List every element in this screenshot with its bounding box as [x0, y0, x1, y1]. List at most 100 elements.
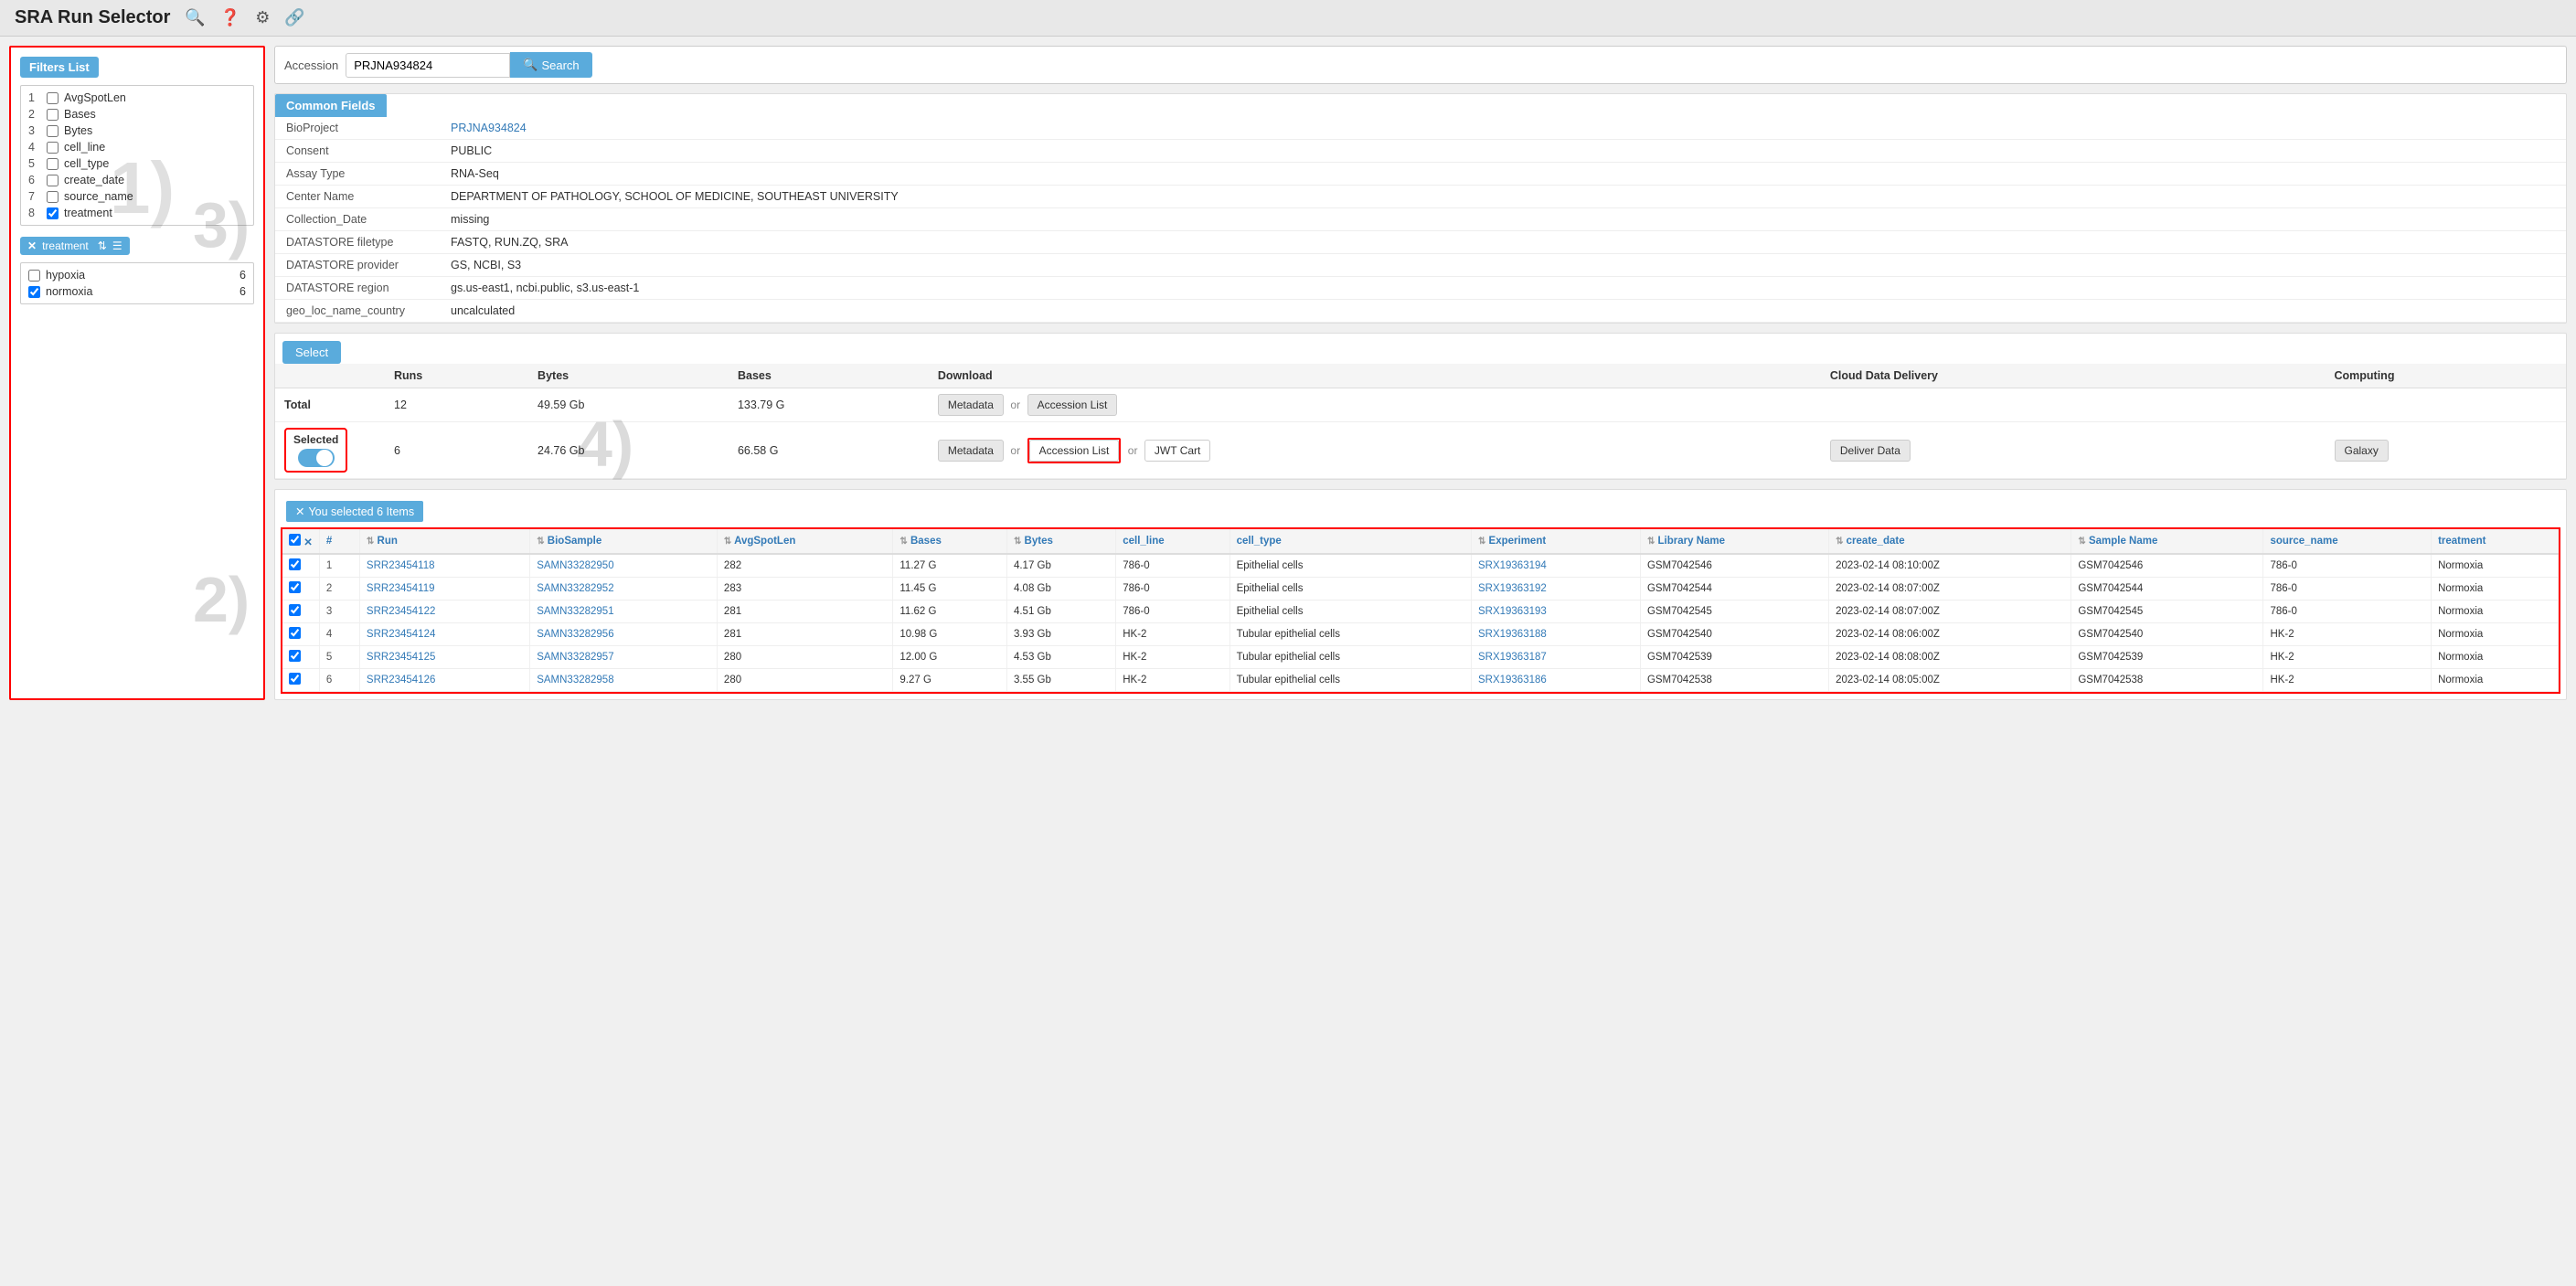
col-header-biosample[interactable]: ⇅ BioSample — [530, 529, 718, 554]
row-checkbox-input[interactable] — [289, 673, 301, 685]
settings-icon[interactable]: ⚙ — [255, 8, 270, 27]
total-accession-list-button[interactable]: Accession List — [1027, 394, 1118, 416]
row-bytes: 4.53 Gb — [1006, 646, 1115, 669]
filter-checkbox-bytes[interactable] — [47, 125, 59, 137]
table-row: 6 SRR23454126 SAMN33282958 280 9.27 G 3.… — [282, 669, 2559, 692]
field-val-datastore-provider: GS, NCBI, S3 — [440, 254, 2566, 277]
col-header-source-name[interactable]: source_name — [2263, 529, 2432, 554]
col-header-run[interactable]: ⇅ Run — [359, 529, 529, 554]
row-checkbox-input[interactable] — [289, 627, 301, 639]
table-row: 4 SRR23454124 SAMN33282956 281 10.98 G 3… — [282, 623, 2559, 646]
bioproject-link[interactable]: PRJNA934824 — [451, 122, 527, 134]
biosample-link[interactable]: SAMN33282951 — [537, 606, 613, 617]
row-checkbox-input[interactable] — [289, 581, 301, 593]
selected-toggle-container: Selected — [284, 428, 347, 473]
experiment-link[interactable]: SRX19363186 — [1478, 675, 1547, 686]
col-header-bytes[interactable]: ⇅ Bytes — [1006, 529, 1115, 554]
select-button[interactable]: Select — [282, 341, 341, 364]
experiment-link[interactable]: SRX19363193 — [1478, 606, 1547, 617]
search-input[interactable] — [346, 53, 510, 78]
jwt-cart-button[interactable]: JWT Cart — [1144, 440, 1210, 462]
galaxy-button[interactable]: Galaxy — [2335, 440, 2389, 462]
biosample-link[interactable]: SAMN33282957 — [537, 652, 613, 663]
biosample-link[interactable]: SAMN33282952 — [537, 583, 613, 594]
link-icon[interactable]: 🔗 — [284, 8, 304, 27]
field-row-assay-type: Assay Type RNA-Seq — [275, 163, 2566, 186]
selected-toggle[interactable] — [298, 449, 335, 467]
col-cloud-delivery: Cloud Data Delivery — [1821, 364, 2326, 388]
filter-value-normoxia-count: 6 — [240, 285, 246, 298]
total-metadata-button[interactable]: Metadata — [938, 394, 1004, 416]
filter-checkbox-create-date[interactable] — [47, 175, 59, 186]
row-checkbox-input[interactable] — [289, 604, 301, 616]
search-icon[interactable]: 🔍 — [185, 8, 205, 27]
row-library-name: GSM7042540 — [1640, 623, 1828, 646]
col-header-experiment[interactable]: ⇅ Experiment — [1471, 529, 1640, 554]
filter-tag-remove[interactable]: ✕ — [27, 239, 37, 252]
col-header-cell-type[interactable]: cell_type — [1229, 529, 1471, 554]
deselect-all-icon[interactable]: ✕ — [303, 537, 313, 548]
row-cell-line: HK-2 — [1116, 669, 1229, 692]
row-cell-type: Tubular epithelial cells — [1229, 669, 1471, 692]
row-experiment: SRX19363193 — [1471, 600, 1640, 623]
row-avgspotlen: 282 — [717, 554, 892, 578]
run-link[interactable]: SRR23454119 — [367, 583, 435, 594]
selected-accession-list-button[interactable]: Accession List — [1029, 440, 1120, 462]
filter-value-hypoxia-checkbox[interactable] — [28, 270, 40, 282]
filter-label-source-name: source_name — [64, 190, 133, 203]
filter-filter-icon[interactable]: ☰ — [112, 239, 122, 252]
field-key-assay-type: Assay Type — [275, 163, 440, 186]
row-sample-name: GSM7042538 — [2071, 669, 2263, 692]
search-button[interactable]: 🔍 Search — [510, 52, 591, 78]
filter-checkbox-cell-line[interactable] — [47, 142, 59, 154]
select-all-checkbox[interactable] — [289, 534, 301, 546]
deliver-data-button[interactable]: Deliver Data — [1830, 440, 1911, 462]
row-biosample: SAMN33282951 — [530, 600, 718, 623]
row-cell-type: Tubular epithelial cells — [1229, 646, 1471, 669]
filter-checkbox-cell-type[interactable] — [47, 158, 59, 170]
filter-value-hypoxia-label: hypoxia — [46, 269, 85, 282]
select-table-header: Runs Bytes Bases Download Cloud Data Del… — [275, 364, 2566, 388]
filter-items: 1 AvgSpotLen 2 Bases 3 Bytes 4 cell_line… — [20, 85, 254, 226]
total-bases: 133.79 G — [729, 388, 929, 422]
col-header-cell-line[interactable]: cell_line — [1116, 529, 1229, 554]
experiment-link[interactable]: SRX19363192 — [1478, 583, 1547, 594]
run-link[interactable]: SRR23454124 — [367, 629, 435, 640]
experiment-link[interactable]: SRX19363187 — [1478, 652, 1547, 663]
col-header-avgspotlen[interactable]: ⇅ AvgSpotLen — [717, 529, 892, 554]
col-header-library-name[interactable]: ⇅ Library Name — [1640, 529, 1828, 554]
row-checkbox — [282, 600, 319, 623]
selected-metadata-button[interactable]: Metadata — [938, 440, 1004, 462]
biosample-link[interactable]: SAMN33282956 — [537, 629, 613, 640]
run-link[interactable]: SRR23454125 — [367, 652, 435, 663]
row-checkbox-input[interactable] — [289, 650, 301, 662]
field-val-datastore-region: gs.us-east1, ncbi.public, s3.us-east-1 — [440, 277, 2566, 300]
filter-checkbox-source-name[interactable] — [47, 191, 59, 203]
col-header-bases[interactable]: ⇅ Bases — [893, 529, 1007, 554]
total-row: Total 12 49.59 Gb 133.79 G Metadata or A… — [275, 388, 2566, 422]
run-link[interactable]: SRR23454118 — [367, 560, 435, 571]
biosample-link[interactable]: SAMN33282950 — [537, 560, 613, 571]
filter-checkbox-treatment[interactable] — [47, 207, 59, 219]
experiment-link[interactable]: SRX19363188 — [1478, 629, 1547, 640]
col-header-create-date[interactable]: ⇅ create_date — [1829, 529, 2071, 554]
filter-item-7: 7 source_name — [21, 188, 253, 205]
experiment-link[interactable]: SRX19363194 — [1478, 560, 1547, 571]
col-bytes: Bytes — [528, 364, 729, 388]
row-checkbox-input[interactable] — [289, 558, 301, 570]
table-container: ✕ # ⇅ Run ⇅ BioSample ⇅ AvgSpotLen ⇅ Bas… — [281, 527, 2560, 694]
filter-item-4: 4 cell_line — [21, 139, 253, 155]
field-val-geo-loc: uncalculated — [440, 300, 2566, 323]
toggle-thumb — [316, 450, 333, 466]
run-link[interactable]: SRR23454122 — [367, 606, 435, 617]
col-header-sample-name[interactable]: ⇅ Sample Name — [2071, 529, 2263, 554]
filter-checkbox-avgspotlen[interactable] — [47, 92, 59, 104]
filter-value-normoxia-checkbox[interactable] — [28, 286, 40, 298]
filter-sort-icon[interactable]: ⇅ — [98, 239, 107, 252]
run-link[interactable]: SRR23454126 — [367, 675, 435, 686]
help-icon[interactable]: ❓ — [220, 8, 240, 27]
col-header-treatment[interactable]: treatment — [2432, 529, 2559, 554]
biosample-link[interactable]: SAMN33282958 — [537, 675, 613, 686]
row-experiment: SRX19363188 — [1471, 623, 1640, 646]
filter-checkbox-bases[interactable] — [47, 109, 59, 121]
